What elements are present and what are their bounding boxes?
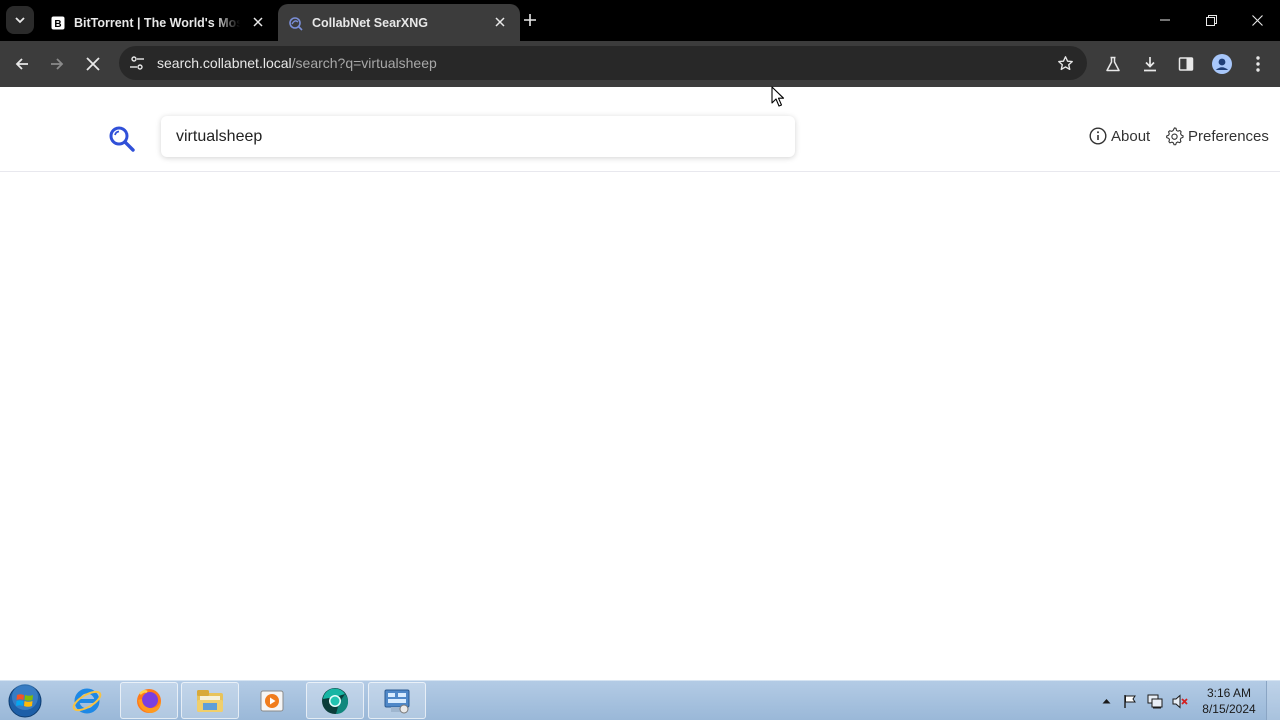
chrome-like-icon: [322, 687, 349, 714]
file-explorer-icon: [197, 689, 223, 712]
taskbar-control-panel[interactable]: [368, 682, 426, 719]
action-center-tray[interactable]: [1122, 693, 1138, 709]
labs-button[interactable]: [1098, 49, 1128, 79]
close-icon: [86, 57, 100, 71]
preferences-label: Preferences: [1188, 127, 1269, 145]
network-icon: [1147, 694, 1163, 708]
downloads-button[interactable]: [1135, 49, 1165, 79]
windows-logo-icon: [8, 684, 42, 718]
url-text: search.collabnet.local/search?q=virtuals…: [157, 55, 437, 71]
clock-time: 3:16 AM: [1206, 686, 1252, 700]
taskbar-firefox[interactable]: [120, 682, 178, 719]
windows-taskbar: 3:16 AM 8/15/2024: [0, 680, 1280, 720]
media-player-icon: [260, 690, 284, 711]
internet-explorer-icon: [72, 688, 102, 713]
search-icon[interactable]: [108, 125, 136, 153]
arrow-left-icon: [15, 58, 28, 70]
tab-searxng[interactable]: CollabNet SearXNG: [278, 4, 520, 41]
side-panel-icon: [1178, 57, 1194, 71]
url-host: search.collabnet.local: [157, 55, 292, 71]
side-panel-button[interactable]: [1171, 49, 1201, 79]
start-button[interactable]: [6, 683, 44, 719]
show-desktop-button[interactable]: [1266, 681, 1280, 720]
address-bar[interactable]: search.collabnet.local/search?q=virtuals…: [119, 46, 1087, 80]
close-window-button[interactable]: [1234, 0, 1280, 40]
restore-icon: [1205, 14, 1217, 26]
chevron-up-icon: [1102, 699, 1110, 704]
close-icon[interactable]: [250, 14, 266, 30]
new-tab-button[interactable]: [518, 8, 542, 32]
tab-title: BitTorrent | The World's Most Popular To…: [74, 15, 240, 30]
site-settings-icon[interactable]: [128, 54, 146, 72]
search-input[interactable]: [176, 127, 776, 146]
profile-avatar-icon: [1212, 54, 1232, 74]
close-icon: [1251, 14, 1263, 26]
taskbar-chromium-browser[interactable]: [306, 682, 364, 719]
url-path: /search?q=virtualsheep: [291, 55, 437, 71]
profile-button[interactable]: [1207, 49, 1237, 79]
flag-icon: [1123, 694, 1136, 708]
stop-loading-button[interactable]: [78, 49, 108, 79]
taskbar-media-player[interactable]: [243, 682, 301, 719]
firefox-icon: [137, 688, 161, 713]
back-button[interactable]: [7, 49, 37, 79]
control-panel-icon: [384, 689, 410, 713]
minimize-button[interactable]: [1142, 0, 1188, 40]
browser-toolbar: search.collabnet.local/search?q=virtuals…: [0, 41, 1280, 87]
tab-search-button[interactable]: [6, 6, 34, 34]
arrow-right-icon: [51, 58, 64, 70]
svg-text:B: B: [54, 19, 61, 30]
preferences-link[interactable]: Preferences: [1165, 126, 1269, 146]
searxng-page: About Preferences: [0, 87, 1280, 680]
browser-tab-strip: B BitTorrent | The World's Most Popular …: [0, 0, 1280, 41]
searxng-icon: [288, 15, 304, 31]
search-header: About Preferences: [0, 87, 1280, 172]
taskbar-internet-explorer[interactable]: [58, 682, 116, 719]
gear-icon: [1166, 126, 1184, 145]
network-tray[interactable]: [1147, 693, 1163, 709]
tab-bittorrent[interactable]: B BitTorrent | The World's Most Popular …: [40, 4, 278, 41]
close-icon[interactable]: [492, 14, 508, 30]
forward-button[interactable]: [42, 49, 72, 79]
taskbar-clock[interactable]: 3:16 AM 8/15/2024: [1196, 685, 1262, 717]
show-hidden-icons-button[interactable]: [1098, 693, 1114, 709]
restore-button[interactable]: [1188, 0, 1234, 40]
taskbar-file-explorer[interactable]: [181, 682, 239, 719]
bittorrent-b-icon: B: [50, 15, 66, 31]
flask-icon: [1106, 56, 1120, 72]
search-box: [161, 116, 795, 157]
about-label: About: [1111, 127, 1151, 145]
mouse-cursor-icon: [771, 86, 785, 107]
kebab-menu-icon: [1256, 56, 1260, 72]
browser-menu-button[interactable]: [1243, 49, 1273, 79]
plus-icon: [524, 14, 536, 26]
bookmark-star-icon[interactable]: [1055, 53, 1075, 73]
clock-date: 8/15/2024: [1202, 702, 1256, 716]
chevron-down-icon: [15, 17, 25, 24]
about-link[interactable]: About: [1089, 126, 1150, 146]
volume-tray[interactable]: [1172, 693, 1188, 709]
download-icon: [1144, 57, 1156, 72]
tab-title: CollabNet SearXNG: [312, 15, 429, 30]
volume-muted-icon: [1172, 693, 1188, 709]
minimize-icon: [1160, 19, 1170, 21]
info-icon: [1089, 127, 1107, 145]
